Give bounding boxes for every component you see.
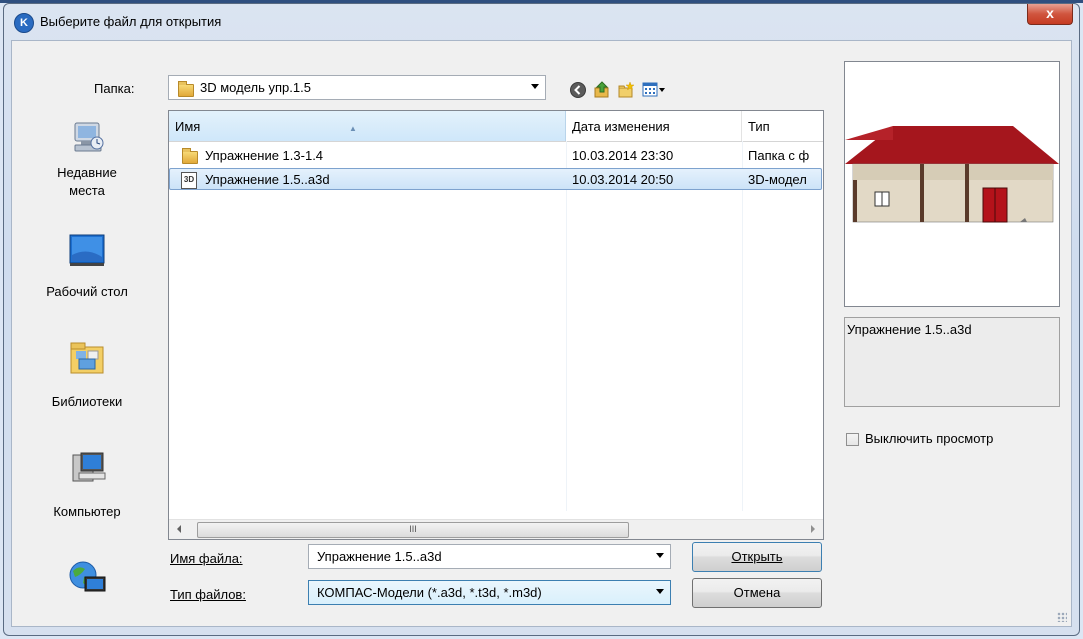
- column-type-label: Тип: [748, 119, 770, 134]
- place-computer[interactable]: Компьютер: [12, 451, 162, 519]
- place-recent-label: Недавние места: [57, 165, 117, 198]
- resize-grip[interactable]: [1057, 612, 1067, 622]
- file-list[interactable]: Имя ▲ Дата изменения Тип Упражнение 1.3-…: [168, 110, 824, 540]
- column-date-label: Дата изменения: [572, 119, 670, 134]
- dialog-body: Папка: 3D модель упр.1.5 Недавние места …: [11, 40, 1072, 627]
- cancel-button[interactable]: Отмена: [692, 578, 822, 608]
- file-name: Упражнение 1.3-1.4: [205, 148, 324, 163]
- up-folder-icon[interactable]: [593, 81, 611, 99]
- libraries-icon: [70, 342, 104, 374]
- scrollbar-thumb[interactable]: III: [197, 522, 629, 538]
- title-bar[interactable]: K Выберите файл для открытия x: [4, 4, 1079, 40]
- new-folder-icon[interactable]: [617, 81, 635, 99]
- filetype-value: КОМПАС-Модели (*.a3d, *.t3d, *.m3d): [317, 585, 542, 600]
- network-icon: [69, 561, 106, 592]
- places-bar: Недавние места Рабочий стол Библиотеки К…: [12, 91, 162, 626]
- kompas-app-icon: K: [14, 13, 34, 33]
- view-menu-icon[interactable]: [642, 81, 666, 99]
- computer-icon: [72, 452, 106, 482]
- folder-icon: [182, 148, 198, 164]
- column-header-row: Имя ▲ Дата изменения Тип: [169, 111, 823, 142]
- file-type: Папка с ф: [748, 148, 810, 163]
- filetype-select[interactable]: КОМПАС-Модели (*.a3d, *.t3d, *.m3d): [308, 580, 671, 605]
- filename-input[interactable]: Упражнение 1.5..a3d: [308, 544, 671, 569]
- open-button-label: Открыть: [731, 549, 783, 564]
- file-date: 10.03.2014 23:30: [572, 148, 674, 163]
- disable-preview-label[interactable]: Выключить просмотр: [865, 431, 993, 446]
- filetype-label: Тип файлов:: [170, 587, 246, 602]
- column-header-name[interactable]: Имя ▲: [169, 111, 566, 141]
- close-button[interactable]: x: [1027, 4, 1073, 25]
- cancel-button-label: Отмена: [733, 585, 781, 600]
- file-date: 10.03.2014 20:50: [572, 172, 674, 187]
- place-desktop-label: Рабочий стол: [46, 284, 128, 299]
- chevron-down-icon: [656, 553, 664, 558]
- column-name-label: Имя: [175, 119, 201, 134]
- folder-value: 3D модель упр.1.5: [200, 80, 311, 95]
- place-desktop[interactable]: Рабочий стол: [12, 233, 162, 299]
- file-row[interactable]: Упражнение 1.3-1.4 10.03.2014 23:30 Папк…: [169, 145, 822, 167]
- column-header-date[interactable]: Дата изменения: [566, 111, 742, 141]
- file-type: 3D-модел: [748, 172, 807, 187]
- 3d-file-icon: 3D: [181, 172, 197, 189]
- column-header-type[interactable]: Тип: [742, 111, 823, 141]
- column-divider: [742, 141, 743, 511]
- place-recent[interactable]: Недавние места: [12, 121, 162, 200]
- chevron-down-icon: [656, 589, 664, 594]
- column-divider: [566, 141, 567, 511]
- place-network[interactable]: [12, 559, 162, 598]
- filename-value: Упражнение 1.5..a3d: [317, 549, 442, 564]
- place-libraries[interactable]: Библиотеки: [12, 341, 162, 409]
- open-file-dialog: K Выберите файл для открытия x Папка: 3D…: [3, 3, 1080, 636]
- scroll-left-icon[interactable]: [177, 525, 181, 533]
- folder-icon: [178, 81, 194, 97]
- place-libraries-label: Библиотеки: [51, 394, 123, 409]
- window-title: Выберите файл для открытия: [40, 14, 222, 29]
- house-preview-image: [845, 126, 1059, 223]
- place-computer-label: Компьютер: [53, 504, 121, 519]
- preview-filename: Упражнение 1.5..a3d: [844, 317, 1060, 407]
- preview-pane: [844, 61, 1060, 307]
- open-button[interactable]: Открыть: [692, 542, 822, 572]
- chevron-down-icon: [531, 84, 539, 89]
- folder-combo[interactable]: 3D модель упр.1.5: [168, 75, 546, 100]
- sort-ascending-icon: ▲: [349, 124, 357, 133]
- horizontal-scrollbar[interactable]: III: [169, 519, 823, 539]
- file-name: Упражнение 1.5..a3d: [205, 172, 330, 187]
- back-icon[interactable]: [569, 81, 587, 99]
- filename-label: Имя файла:: [170, 551, 243, 566]
- disable-preview-checkbox[interactable]: [846, 433, 859, 446]
- desktop-icon: [69, 234, 105, 266]
- recent-places-icon: [74, 122, 104, 152]
- scroll-right-icon[interactable]: [811, 525, 815, 533]
- file-row-selected[interactable]: 3D Упражнение 1.5..a3d 10.03.2014 20:50 …: [169, 168, 822, 190]
